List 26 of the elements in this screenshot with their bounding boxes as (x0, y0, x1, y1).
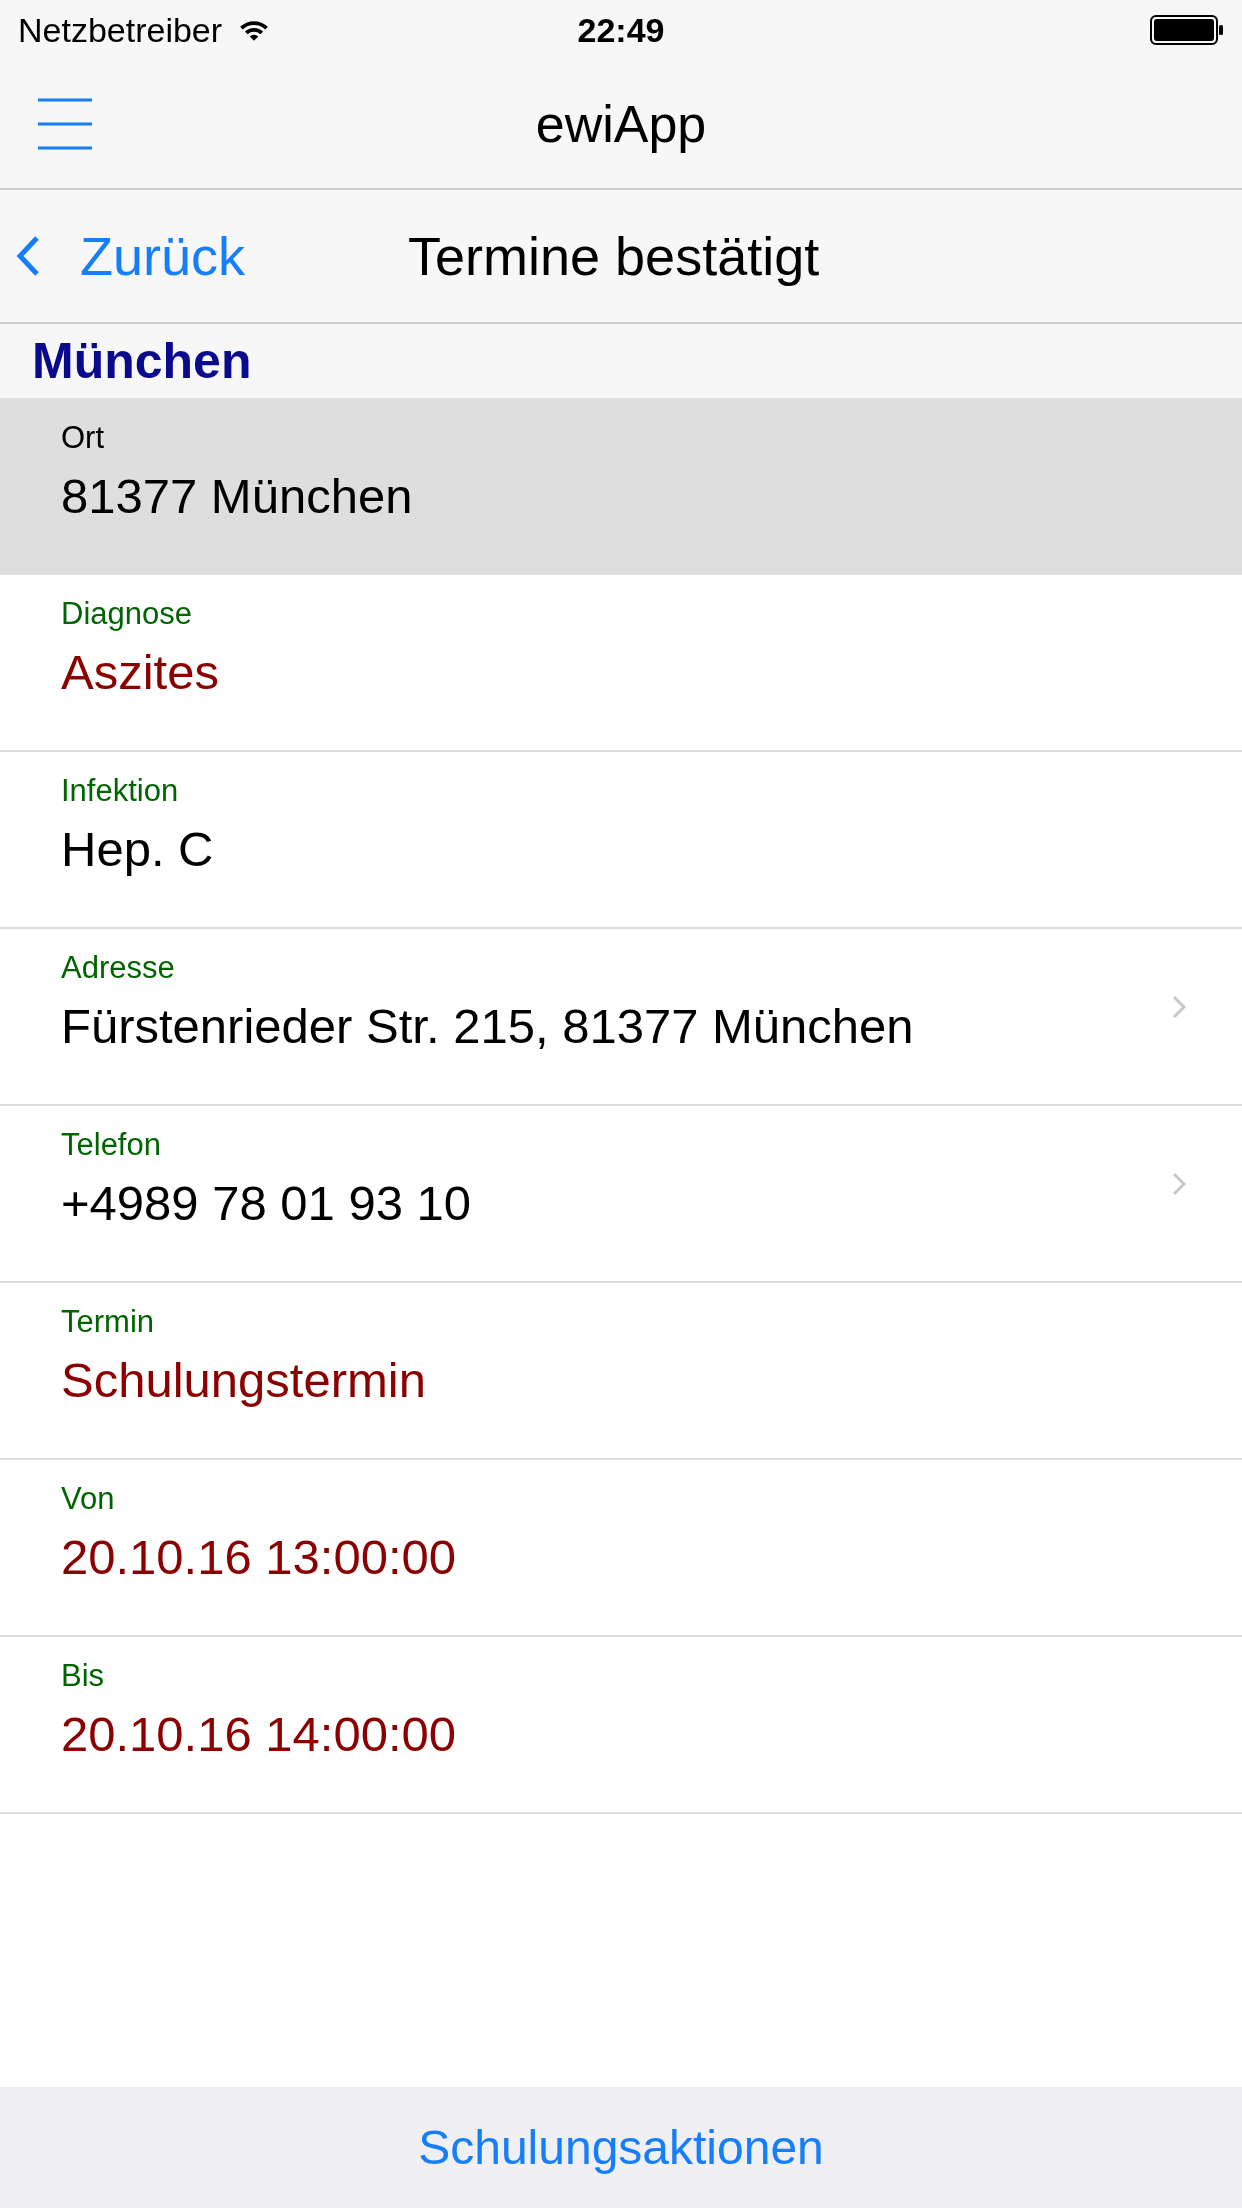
field-value: 20.10.16 14:00:00 (61, 1705, 458, 1762)
app-title: ewiApp (534, 94, 708, 154)
back-button[interactable]: Zurück (0, 225, 246, 287)
field-label: Telefon (61, 1126, 162, 1163)
field-value: Schulungstermin (61, 1351, 427, 1408)
field-label: Termin (61, 1303, 155, 1340)
field-label: Diagnose (61, 595, 193, 632)
field-label: Adresse (61, 949, 176, 986)
field-label: Bis (61, 1657, 106, 1694)
status-time: 22:49 (576, 10, 666, 50)
list-row[interactable]: Ort 81377 München (0, 398, 1242, 575)
menu-icon[interactable] (38, 97, 92, 151)
page-title: Termine bestätigt (408, 225, 820, 287)
field-value: +4989 78 01 93 10 (61, 1174, 473, 1231)
back-chevron-icon (16, 235, 40, 277)
field-label: Infektion (61, 772, 180, 809)
field-label: Von (61, 1480, 116, 1517)
field-value: Hep. C (61, 820, 215, 877)
field-value: 81377 München (61, 467, 414, 524)
carrier-name: Netzbetreiber (18, 10, 223, 50)
battery-icon (1150, 15, 1224, 45)
field-label: Ort (61, 419, 106, 456)
field-value: Fürstenrieder Str. 215, 81377 München (61, 997, 915, 1054)
section-header: München (32, 332, 252, 390)
field-value: Aszites (61, 643, 220, 700)
field-value: 20.10.16 13:00:00 (61, 1528, 458, 1585)
